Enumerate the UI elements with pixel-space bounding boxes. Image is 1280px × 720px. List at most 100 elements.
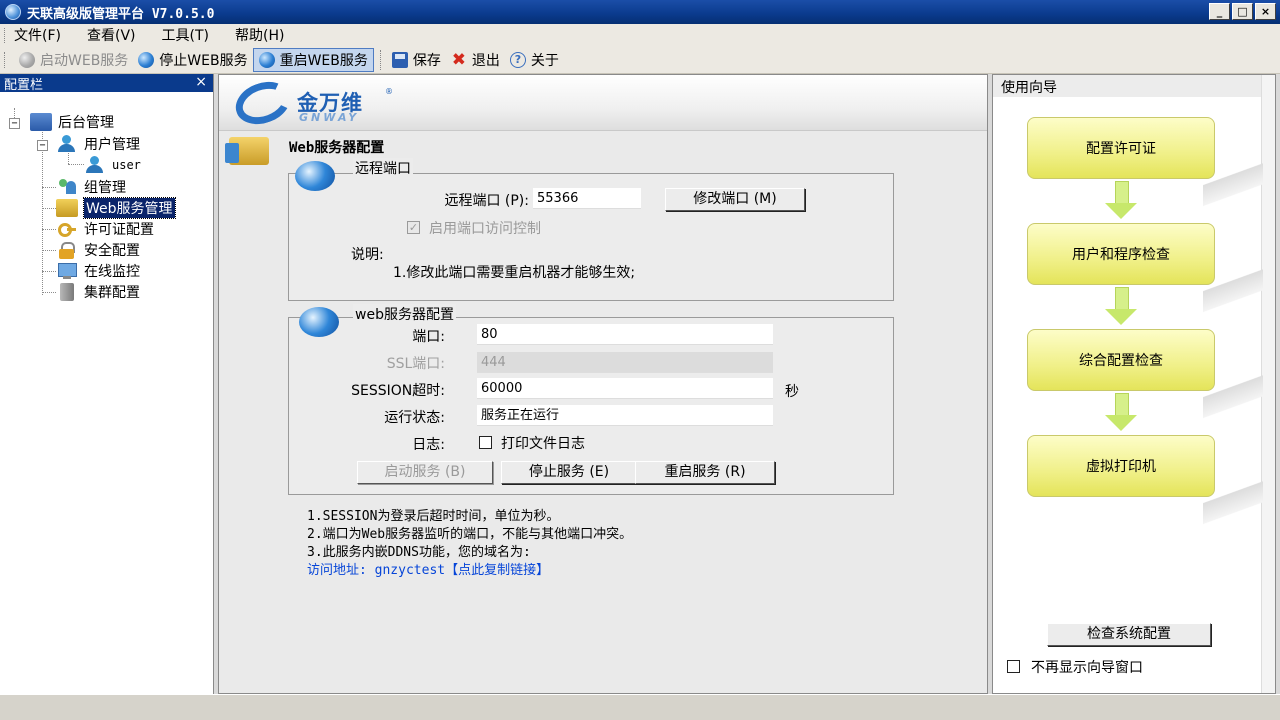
start-service-button[interactable]: 启动服务 (B) [357, 461, 493, 484]
access-control-label: 启用端口访问控制 [429, 221, 541, 237]
note-line-3: 3.此服务内嵌DDNS功能，您的域名为: [307, 545, 531, 560]
menu-view[interactable]: 查看(V) [87, 25, 136, 45]
access-domain: gnzyctest [374, 563, 446, 578]
log-label: 日志: [412, 437, 445, 453]
tree-line [42, 208, 56, 209]
globe-icon [299, 307, 339, 337]
tree-line [42, 187, 56, 188]
window-controls: _ □ × [1209, 3, 1276, 20]
check-system-config-button[interactable]: 检查系统配置 [1047, 623, 1211, 646]
menu-file[interactable]: 文件(F) [14, 25, 61, 45]
port-input[interactable]: 80 [477, 324, 773, 345]
toolbar-grip [4, 52, 7, 68]
toolbar: 启动WEB服务 停止WEB服务 重启WEB服务 保存 ✖ 退出 ? 关于 [0, 46, 1280, 74]
tree-line [42, 229, 56, 230]
access-control-checkbox[interactable]: ✓ [407, 221, 420, 234]
menu-bar: 文件(F) 查看(V) 工具(T) 帮助(H) [0, 24, 1280, 46]
restart-web-label: 重启WEB服务 [279, 52, 368, 69]
log-checkbox[interactable] [479, 436, 492, 449]
stop-web-label: 停止WEB服务 [159, 52, 248, 69]
server-icon [60, 283, 74, 301]
tree-label-license: 许可证配置 [84, 222, 154, 238]
stop-web-icon [138, 51, 155, 68]
menu-tools[interactable]: 工具(T) [162, 25, 209, 45]
copy-link[interactable]: 【点此复制链接】 [445, 563, 549, 578]
start-web-button[interactable]: 启动WEB服务 [14, 48, 133, 72]
collapse-user-mgmt-icon[interactable]: − [37, 140, 48, 151]
menu-help[interactable]: 帮助(H) [235, 25, 284, 45]
user-icon [56, 135, 78, 153]
stop-service-button[interactable]: 停止服务 (E) [501, 461, 637, 484]
tree-line [42, 292, 56, 293]
window-title: 天联高级版管理平台 V7.0.5.0 [27, 6, 215, 22]
no-show-wizard-label: 不再显示向导窗口 [1031, 660, 1143, 676]
exit-button[interactable]: ✖ 退出 [446, 48, 505, 72]
wizard-title: 使用向导 [993, 75, 1275, 97]
menu-grip [4, 28, 7, 43]
maximize-button[interactable]: □ [1232, 3, 1253, 20]
tree-item-user[interactable]: user [84, 155, 141, 175]
toolbar-separator [379, 49, 381, 70]
web-server-group-title: web服务器配置 [353, 304, 456, 324]
restart-web-button[interactable]: 重启WEB服务 [252, 47, 374, 72]
about-button[interactable]: ? 关于 [505, 48, 564, 72]
group-icon [56, 178, 78, 196]
save-icon [391, 51, 408, 68]
stop-web-button[interactable]: 停止WEB服务 [133, 48, 252, 72]
session-unit: 秒 [785, 384, 799, 400]
logo-registered: ® [385, 87, 393, 96]
tree-line [42, 250, 56, 251]
session-timeout-input[interactable]: 60000 [477, 378, 773, 399]
run-status-label: 运行状态: [384, 410, 445, 426]
remote-port-group: 远程端口 远程端口 (P): 55366 修改端口 (M) ✓ 启用端口访问控制… [288, 158, 894, 301]
tree-item-cluster[interactable]: 集群配置 [56, 282, 140, 302]
restart-service-button[interactable]: 重启服务 (R) [635, 461, 775, 484]
tree-item-web-mgmt[interactable]: Web服务管理 [56, 197, 176, 219]
tree-line [42, 128, 43, 295]
user-icon [84, 156, 106, 174]
modify-port-button[interactable]: 修改端口 (M) [665, 188, 805, 211]
remote-port-input[interactable]: 55366 [533, 188, 641, 209]
tree-label-cluster: 集群配置 [84, 285, 140, 301]
wizard-panel: 使用向导 配置许可证 用户和程序检查 综合配置检查 虚拟打印机 检查系统配置 不… [992, 74, 1276, 694]
no-show-wizard-checkbox[interactable] [1007, 660, 1020, 673]
minimize-button[interactable]: _ [1209, 3, 1230, 20]
status-bar [0, 694, 1280, 720]
ssl-port-input[interactable]: 444 [477, 352, 773, 373]
down-arrow-icon [1105, 287, 1137, 327]
wizard-step-license[interactable]: 配置许可证 [1027, 117, 1215, 179]
gnway-logo-icon [229, 74, 297, 132]
tree-item-group-mgmt[interactable]: 组管理 [56, 177, 126, 197]
tree-item-license[interactable]: 许可证配置 [56, 219, 154, 239]
wizard-step-config-check[interactable]: 综合配置检查 [1027, 329, 1215, 391]
tree-line [42, 271, 56, 272]
tree-item-root[interactable]: 后台管理 [30, 112, 114, 132]
tree-label-web-mgmt: Web服务管理 [83, 197, 176, 219]
collapse-root-icon[interactable]: − [9, 118, 20, 129]
close-button[interactable]: × [1255, 3, 1276, 20]
port-label: 端口: [412, 329, 445, 345]
about-label: 关于 [530, 52, 559, 69]
app-icon [5, 4, 21, 20]
network-icon [30, 113, 52, 131]
wizard-step-virtual-printer[interactable]: 虚拟打印机 [1027, 435, 1215, 497]
tree-item-user-mgmt[interactable]: 用户管理 [56, 134, 140, 154]
save-label: 保存 [412, 52, 441, 69]
sidebar-title: 配置栏 [4, 77, 44, 93]
access-address-label: 访问地址: [307, 563, 367, 578]
remote-note-title: 说明: [351, 247, 384, 263]
tree-item-security[interactable]: 安全配置 [56, 240, 140, 260]
tree-label-security: 安全配置 [84, 243, 140, 259]
tree-item-monitor[interactable]: 在线监控 [56, 261, 140, 281]
note-line-2: 2.端口为Web服务器监听的端口，不能与其他端口冲突。 [307, 527, 633, 542]
sidebar-close-icon[interactable]: × [195, 74, 207, 90]
wizard-scrollbar[interactable] [1261, 75, 1275, 693]
tree-label-user-mgmt: 用户管理 [84, 137, 140, 153]
restart-web-icon [258, 51, 275, 68]
lock-icon [56, 241, 78, 259]
wizard-step-user-check[interactable]: 用户和程序检查 [1027, 223, 1215, 285]
log-checkbox-label: 打印文件日志 [501, 436, 585, 452]
save-button[interactable]: 保存 [387, 48, 446, 72]
start-web-icon [19, 51, 35, 68]
session-timeout-label: SESSION超时: [351, 383, 445, 399]
